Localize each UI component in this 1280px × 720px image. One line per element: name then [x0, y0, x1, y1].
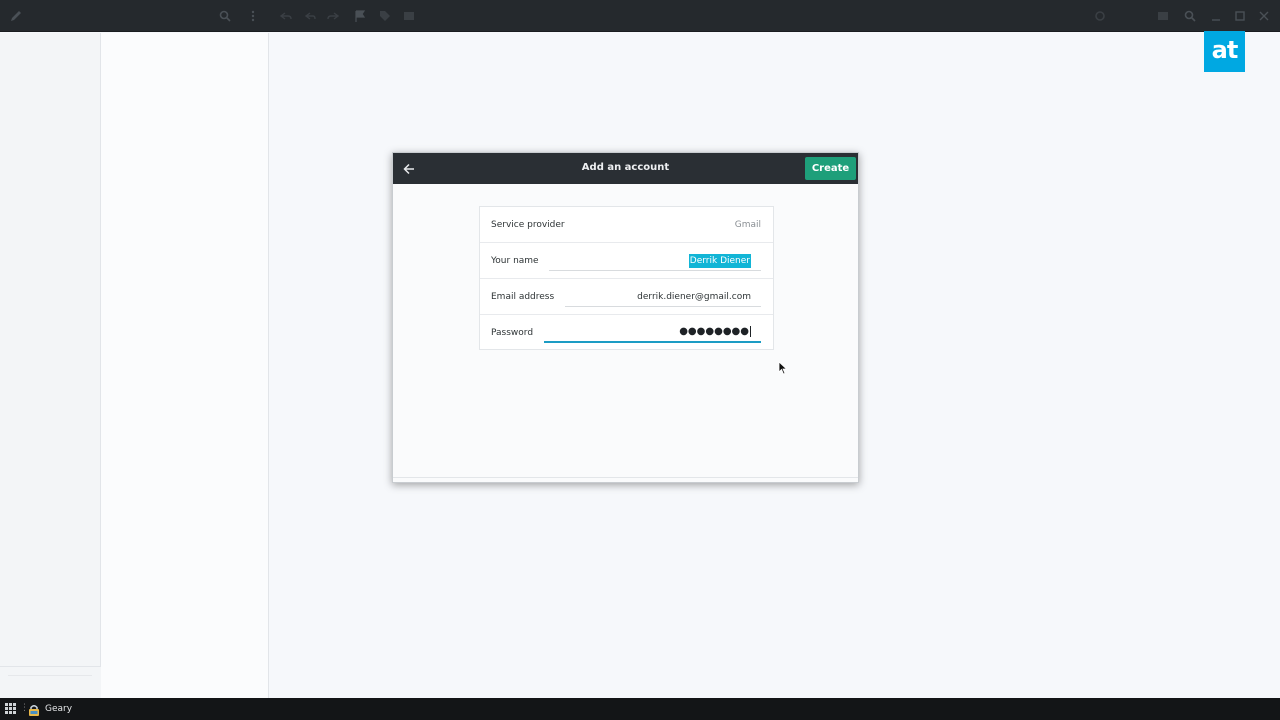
- your-name-input[interactable]: Derrik Diener: [549, 251, 761, 271]
- geary-app-icon[interactable]: [28, 702, 40, 716]
- folder-pane-footer: [0, 666, 101, 698]
- dialog-title: Add an account: [581, 162, 670, 173]
- main-header-bar: [0, 0, 1280, 32]
- taskbar: ⋮ Geary: [0, 698, 1280, 720]
- flag-icon[interactable]: [352, 8, 368, 24]
- divider: [8, 675, 92, 676]
- email-address-input[interactable]: derrik.diener@gmail.com: [565, 287, 761, 307]
- password-row: Password ●●●●●●●●: [480, 315, 773, 351]
- your-name-value: Derrik Diener: [688, 254, 751, 268]
- maximize-icon[interactable]: [1232, 8, 1248, 24]
- taskbar-app-label[interactable]: Geary: [45, 698, 72, 720]
- reply-all-icon[interactable]: [302, 8, 318, 24]
- service-provider-value: Gmail: [734, 220, 761, 230]
- email-address-row: Email address derrik.diener@gmail.com: [480, 279, 773, 315]
- app-grid-icon[interactable]: [5, 703, 16, 714]
- create-button[interactable]: Create: [805, 157, 856, 180]
- settings-icon[interactable]: [1092, 8, 1108, 24]
- watermark-logo: at: [1204, 31, 1245, 72]
- conversation-list: [101, 33, 269, 698]
- back-arrow-icon[interactable]: [398, 158, 420, 180]
- pencil-icon[interactable]: [8, 8, 24, 24]
- add-account-dialog: Add an account Create Service provider G…: [392, 152, 859, 483]
- your-name-row: Your name Derrik Diener: [480, 243, 773, 279]
- tag-icon[interactable]: [377, 8, 393, 24]
- menu-icon[interactable]: [245, 8, 261, 24]
- minimize-icon[interactable]: [1208, 8, 1224, 24]
- email-address-label: Email address: [491, 292, 555, 302]
- password-value: ●●●●●●●●: [679, 326, 749, 337]
- dialog-header: Add an account Create: [393, 153, 858, 184]
- archive-icon[interactable]: [1155, 8, 1171, 24]
- password-label: Password: [491, 328, 534, 338]
- password-value-wrap: ●●●●●●●●: [679, 325, 751, 339]
- your-name-label: Your name: [491, 256, 539, 266]
- archive-icon[interactable]: [401, 8, 417, 24]
- reply-icon[interactable]: [278, 8, 294, 24]
- service-provider-row[interactable]: Service provider Gmail: [480, 207, 773, 243]
- text-caret: [750, 326, 751, 337]
- account-form: Service provider Gmail Your name Derrik …: [479, 206, 774, 350]
- password-input[interactable]: ●●●●●●●●: [544, 323, 761, 343]
- dialog-footer-divider: [393, 477, 858, 478]
- search-icon[interactable]: [217, 8, 233, 24]
- forward-icon[interactable]: [325, 8, 341, 24]
- search-icon[interactable]: [1182, 8, 1198, 24]
- close-icon[interactable]: [1256, 8, 1272, 24]
- email-address-value: derrik.diener@gmail.com: [637, 292, 751, 302]
- service-provider-label: Service provider: [491, 220, 565, 230]
- folder-pane: [0, 33, 101, 698]
- mouse-pointer-icon: [778, 361, 788, 375]
- taskbar-separator: ⋮: [20, 703, 29, 713]
